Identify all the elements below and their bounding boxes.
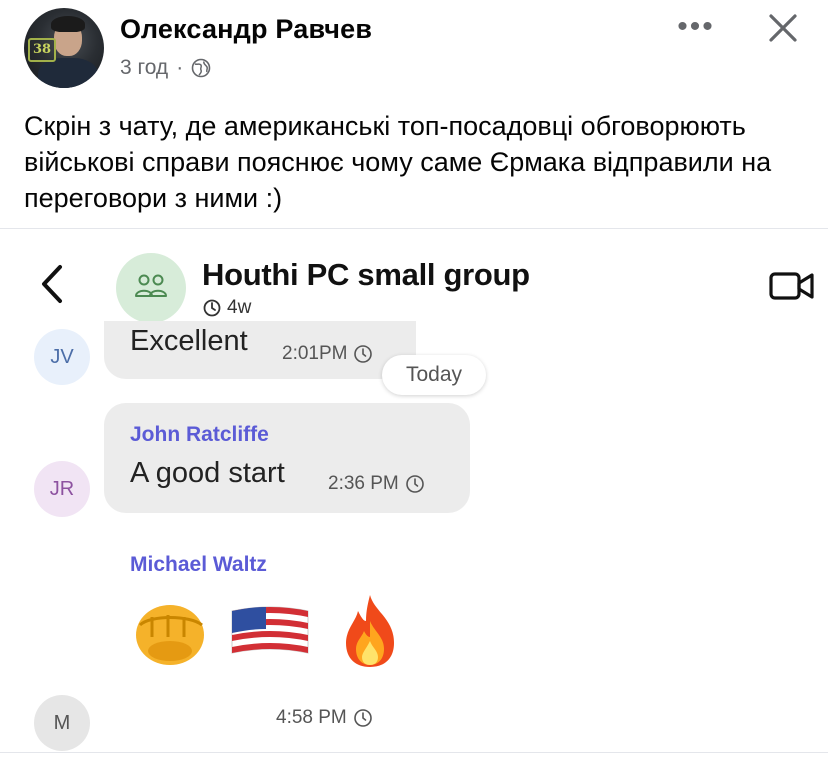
message-text: A good start: [130, 457, 285, 489]
emoji-row: [130, 591, 410, 671]
message-time-text: 2:36 PM: [328, 473, 399, 494]
avatar-hair: [51, 16, 85, 32]
group-icon: [135, 274, 167, 297]
us-flag-emoji: [231, 606, 309, 654]
oncoming-fist-emoji: [136, 605, 204, 665]
message-time: 2:36 PM: [328, 473, 425, 495]
video-call-icon: [769, 272, 814, 300]
close-icon[interactable]: [765, 10, 801, 46]
clock-icon: [405, 475, 424, 493]
back-icon: [42, 265, 62, 303]
fire-emoji: [346, 595, 394, 667]
message-time-text: 2:01PM: [282, 343, 348, 364]
more-icon[interactable]: •••: [676, 12, 716, 44]
author-avatar[interactable]: 38: [24, 8, 104, 88]
message-time: 4:58 PM: [276, 707, 373, 729]
group-name: Houthi PC small group: [202, 257, 530, 292]
post-meta: 3 год ·: [120, 56, 211, 80]
avatar-body: [38, 58, 98, 88]
avatar-initials-jv: JV: [34, 329, 90, 385]
avatar-initials-m: M: [34, 695, 90, 751]
chat-header: Houthi PC small group 4w: [0, 229, 828, 323]
timer-icon: [203, 299, 221, 317]
meta-separator: ·: [176, 56, 184, 79]
date-chip: Today: [382, 355, 486, 395]
clock-icon: [353, 709, 372, 727]
post-header: 38 Олександр Равчев 3 год · •••: [0, 0, 828, 100]
avatar-initials-jr: JR: [34, 461, 90, 517]
globe-icon: [191, 58, 211, 78]
message-text: Excellent: [130, 325, 248, 357]
divider: [0, 752, 828, 753]
avatar-badge: 38: [28, 38, 56, 62]
post-time[interactable]: 3 год: [120, 56, 168, 80]
message-time-text: 4:58 PM: [276, 707, 347, 728]
group-subtitle: 4w: [202, 297, 251, 319]
message-time: 2:01PM: [282, 343, 373, 365]
sender-name: John Ratcliffe: [130, 423, 269, 446]
clock-icon: [354, 345, 373, 363]
author-name[interactable]: Олександр Равчев: [120, 14, 372, 45]
sender-name: Michael Waltz: [130, 553, 267, 576]
group-avatar: [116, 253, 186, 323]
post-text: Скрін з чату, де американські топ-посадо…: [24, 111, 772, 213]
chat-screenshot[interactable]: Houthi PC small group 4w JV Excellent 2:…: [0, 228, 828, 767]
group-subtitle-text: 4w: [227, 297, 252, 318]
